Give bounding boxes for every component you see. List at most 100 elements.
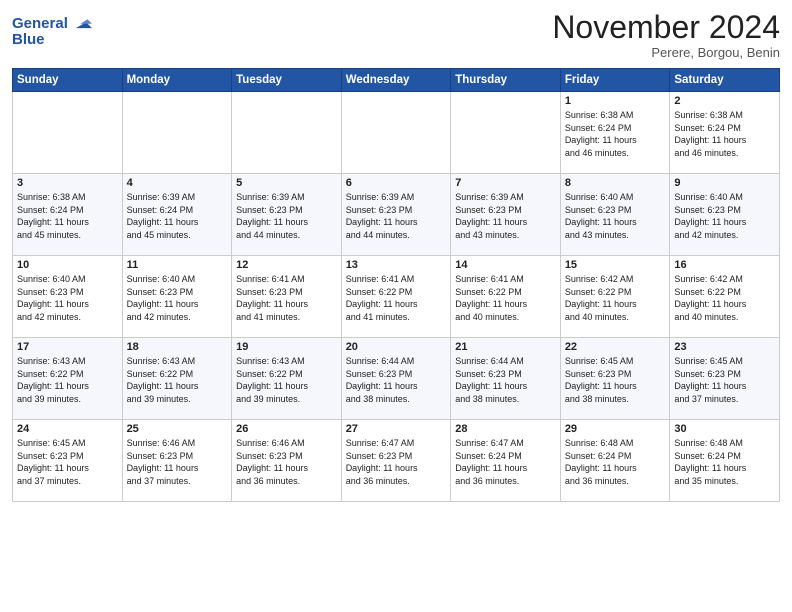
calendar-cell: 26 Sunrise: 6:46 AM Sunset: 6:23 PM Dayli… [232, 420, 342, 502]
calendar-cell: 7 Sunrise: 6:39 AM Sunset: 6:23 PM Daylig… [451, 174, 561, 256]
day-number: 24 [17, 423, 118, 435]
day-info: Sunrise: 6:38 AM Sunset: 6:24 PM Dayligh… [17, 191, 118, 241]
day-number: 21 [455, 341, 556, 353]
day-header-thursday: Thursday [451, 69, 561, 92]
calendar-cell: 25 Sunrise: 6:46 AM Sunset: 6:23 PM Dayli… [122, 420, 232, 502]
calendar-cell: 5 Sunrise: 6:39 AM Sunset: 6:23 PM Daylig… [232, 174, 342, 256]
calendar-cell: 8 Sunrise: 6:40 AM Sunset: 6:23 PM Daylig… [560, 174, 670, 256]
day-number: 19 [236, 341, 337, 353]
day-info: Sunrise: 6:41 AM Sunset: 6:22 PM Dayligh… [455, 273, 556, 323]
calendar-cell [451, 92, 561, 174]
day-number: 6 [346, 177, 447, 189]
day-number: 14 [455, 259, 556, 271]
calendar-cell: 1 Sunrise: 6:38 AM Sunset: 6:24 PM Daylig… [560, 92, 670, 174]
day-info: Sunrise: 6:47 AM Sunset: 6:23 PM Dayligh… [346, 437, 447, 487]
day-header-monday: Monday [122, 69, 232, 92]
day-info: Sunrise: 6:48 AM Sunset: 6:24 PM Dayligh… [674, 437, 775, 487]
day-info: Sunrise: 6:44 AM Sunset: 6:23 PM Dayligh… [455, 355, 556, 405]
day-number: 3 [17, 177, 118, 189]
day-info: Sunrise: 6:44 AM Sunset: 6:23 PM Dayligh… [346, 355, 447, 405]
location: Perere, Borgou, Benin [552, 45, 780, 60]
calendar-cell: 24 Sunrise: 6:45 AM Sunset: 6:23 PM Dayli… [13, 420, 123, 502]
day-info: Sunrise: 6:45 AM Sunset: 6:23 PM Dayligh… [674, 355, 775, 405]
day-info: Sunrise: 6:39 AM Sunset: 6:23 PM Dayligh… [346, 191, 447, 241]
calendar-cell [232, 92, 342, 174]
day-number: 18 [127, 341, 228, 353]
logo: General Blue [12, 14, 92, 49]
calendar-cell: 28Sunrise: 6:47 AM Sunset: 6:24 PM Dayli… [451, 420, 561, 502]
day-number: 27 [346, 423, 447, 435]
day-number: 25 [127, 423, 228, 435]
calendar-week-5: 24 Sunrise: 6:45 AM Sunset: 6:23 PM Dayli… [13, 420, 780, 502]
calendar-week-4: 17Sunrise: 6:43 AM Sunset: 6:22 PM Dayli… [13, 338, 780, 420]
calendar-table: SundayMondayTuesdayWednesdayThursdayFrid… [12, 68, 780, 502]
calendar-header-row: SundayMondayTuesdayWednesdayThursdayFrid… [13, 69, 780, 92]
calendar-cell [122, 92, 232, 174]
day-number: 4 [127, 177, 228, 189]
day-info: Sunrise: 6:39 AM Sunset: 6:24 PM Dayligh… [127, 191, 228, 241]
day-info: Sunrise: 6:39 AM Sunset: 6:23 PM Dayligh… [455, 191, 556, 241]
day-number: 22 [565, 341, 666, 353]
day-info: Sunrise: 6:40 AM Sunset: 6:23 PM Dayligh… [127, 273, 228, 323]
calendar-cell [341, 92, 451, 174]
day-info: Sunrise: 6:40 AM Sunset: 6:23 PM Dayligh… [565, 191, 666, 241]
day-header-sunday: Sunday [13, 69, 123, 92]
logo-general: General [12, 15, 68, 32]
day-info: Sunrise: 6:43 AM Sunset: 6:22 PM Dayligh… [17, 355, 118, 405]
calendar-cell: 15Sunrise: 6:42 AM Sunset: 6:22 PM Dayli… [560, 256, 670, 338]
day-header-wednesday: Wednesday [341, 69, 451, 92]
logo-blue: Blue [12, 31, 45, 49]
day-number: 9 [674, 177, 775, 189]
day-number: 7 [455, 177, 556, 189]
day-info: Sunrise: 6:43 AM Sunset: 6:22 PM Dayligh… [236, 355, 337, 405]
day-number: 26 [236, 423, 337, 435]
calendar-cell: 27 Sunrise: 6:47 AM Sunset: 6:23 PM Dayli… [341, 420, 451, 502]
calendar-cell: 17Sunrise: 6:43 AM Sunset: 6:22 PM Dayli… [13, 338, 123, 420]
calendar-week-1: 1 Sunrise: 6:38 AM Sunset: 6:24 PM Daylig… [13, 92, 780, 174]
day-number: 13 [346, 259, 447, 271]
calendar-cell: 14 Sunrise: 6:41 AM Sunset: 6:22 PM Dayli… [451, 256, 561, 338]
day-info: Sunrise: 6:40 AM Sunset: 6:23 PM Dayligh… [17, 273, 118, 323]
day-number: 15 [565, 259, 666, 271]
calendar-cell: 12 Sunrise: 6:41 AM Sunset: 6:23 PM Dayli… [232, 256, 342, 338]
day-header-saturday: Saturday [670, 69, 780, 92]
day-number: 12 [236, 259, 337, 271]
calendar-cell: 19 Sunrise: 6:43 AM Sunset: 6:22 PM Dayli… [232, 338, 342, 420]
calendar-cell [13, 92, 123, 174]
day-info: Sunrise: 6:38 AM Sunset: 6:24 PM Dayligh… [674, 109, 775, 159]
page-container: General Blue November 2024 Perere, Borgo… [0, 0, 792, 510]
calendar-cell: 4 Sunrise: 6:39 AM Sunset: 6:24 PM Daylig… [122, 174, 232, 256]
day-info: Sunrise: 6:48 AM Sunset: 6:24 PM Dayligh… [565, 437, 666, 487]
day-number: 8 [565, 177, 666, 189]
day-info: Sunrise: 6:46 AM Sunset: 6:23 PM Dayligh… [127, 437, 228, 487]
day-info: Sunrise: 6:39 AM Sunset: 6:23 PM Dayligh… [236, 191, 337, 241]
day-info: Sunrise: 6:46 AM Sunset: 6:23 PM Dayligh… [236, 437, 337, 487]
day-number: 23 [674, 341, 775, 353]
month-title: November 2024 [552, 10, 780, 45]
calendar-cell: 6 Sunrise: 6:39 AM Sunset: 6:23 PM Daylig… [341, 174, 451, 256]
day-info: Sunrise: 6:47 AM Sunset: 6:24 PM Dayligh… [455, 437, 556, 487]
day-info: Sunrise: 6:40 AM Sunset: 6:23 PM Dayligh… [674, 191, 775, 241]
day-number: 5 [236, 177, 337, 189]
day-number: 16 [674, 259, 775, 271]
day-info: Sunrise: 6:38 AM Sunset: 6:24 PM Dayligh… [565, 109, 666, 159]
calendar-cell: 23 Sunrise: 6:45 AM Sunset: 6:23 PM Dayli… [670, 338, 780, 420]
day-number: 20 [346, 341, 447, 353]
logo-icon [70, 12, 92, 34]
day-info: Sunrise: 6:45 AM Sunset: 6:23 PM Dayligh… [17, 437, 118, 487]
day-number: 1 [565, 95, 666, 107]
title-area: November 2024 Perere, Borgou, Benin [552, 10, 780, 60]
calendar-cell: 18 Sunrise: 6:43 AM Sunset: 6:22 PM Dayli… [122, 338, 232, 420]
day-number: 11 [127, 259, 228, 271]
day-info: Sunrise: 6:43 AM Sunset: 6:22 PM Dayligh… [127, 355, 228, 405]
calendar-cell: 9 Sunrise: 6:40 AM Sunset: 6:23 PM Daylig… [670, 174, 780, 256]
calendar-cell: 30 Sunrise: 6:48 AM Sunset: 6:24 PM Dayli… [670, 420, 780, 502]
calendar-week-2: 3 Sunrise: 6:38 AM Sunset: 6:24 PM Daylig… [13, 174, 780, 256]
calendar-cell: 20 Sunrise: 6:44 AM Sunset: 6:23 PM Dayli… [341, 338, 451, 420]
header: General Blue November 2024 Perere, Borgo… [12, 10, 780, 60]
calendar-cell: 21 Sunrise: 6:44 AM Sunset: 6:23 PM Dayli… [451, 338, 561, 420]
day-info: Sunrise: 6:41 AM Sunset: 6:23 PM Dayligh… [236, 273, 337, 323]
day-number: 29 [565, 423, 666, 435]
day-number: 30 [674, 423, 775, 435]
day-info: Sunrise: 6:45 AM Sunset: 6:23 PM Dayligh… [565, 355, 666, 405]
